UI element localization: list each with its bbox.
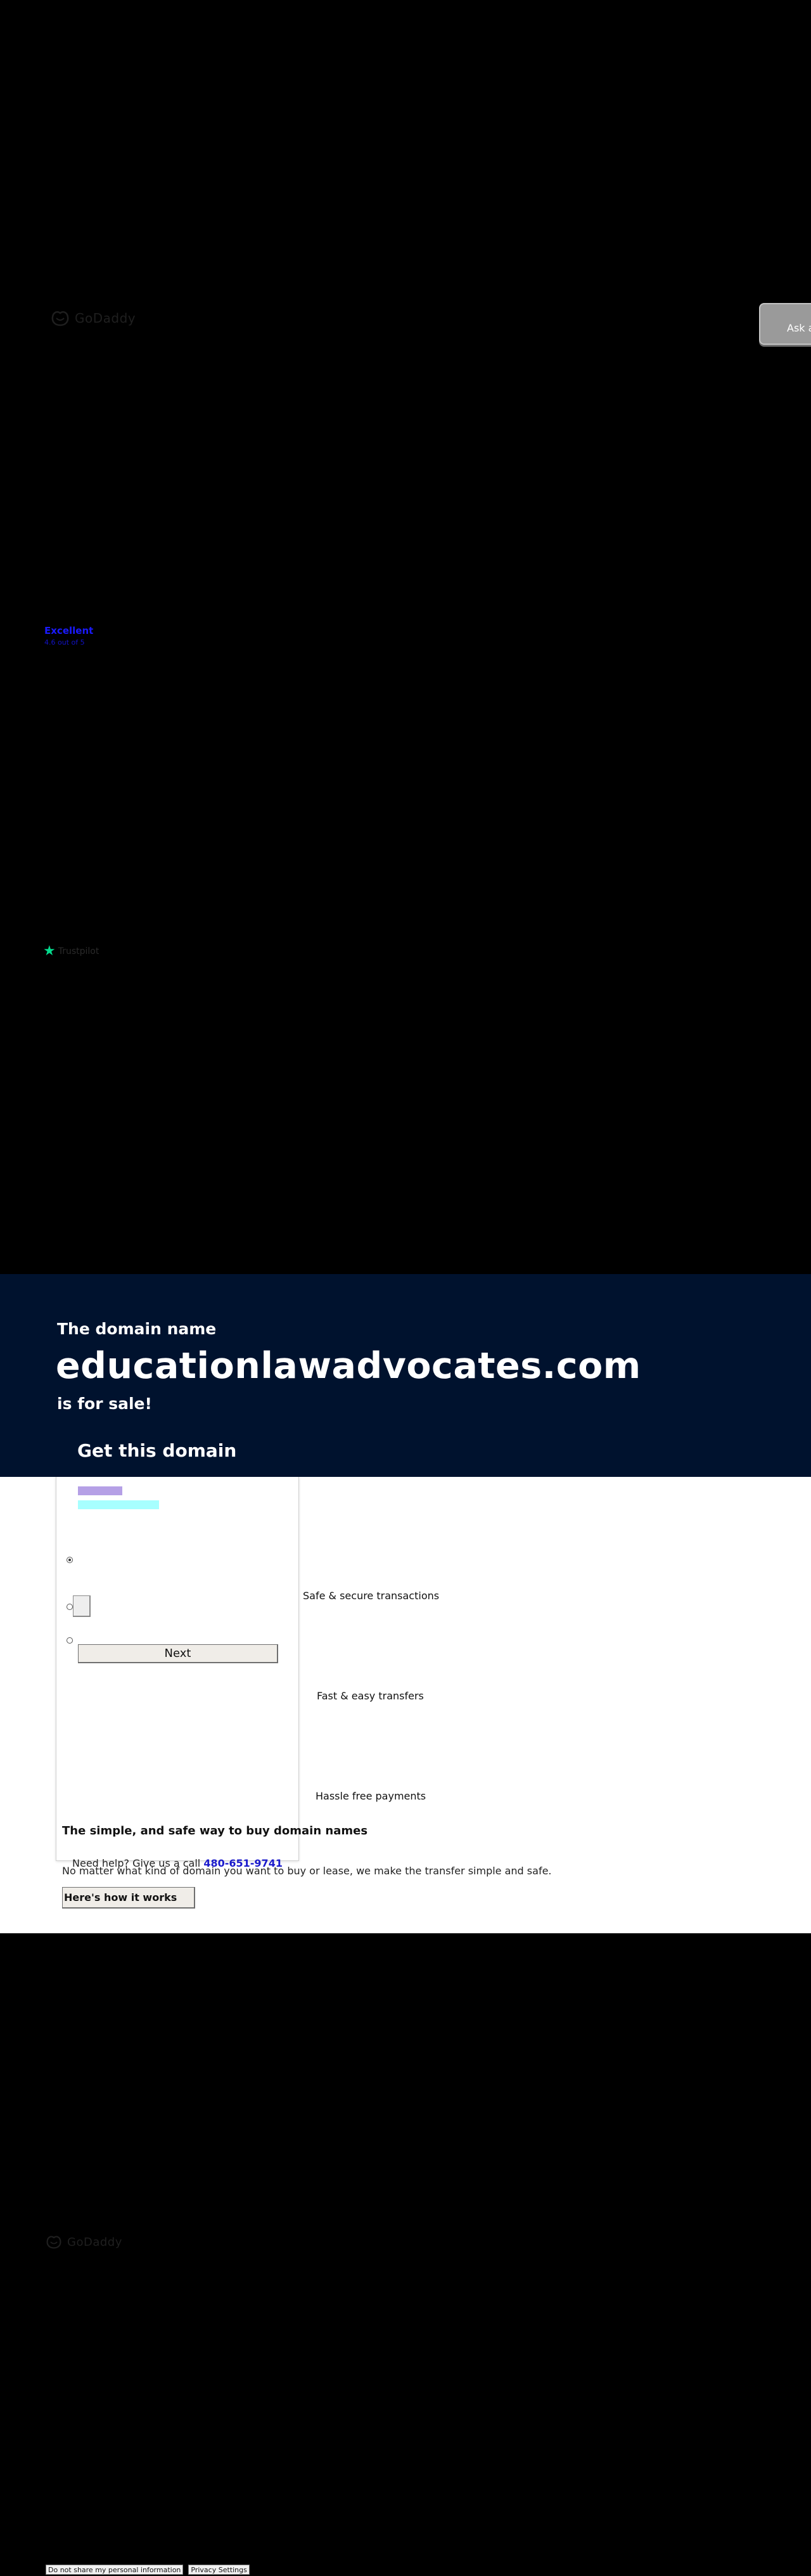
do-not-share-button[interactable]: Do not share my personal information — [46, 2565, 184, 2575]
godaddy-logo[interactable]: GoDaddy — [51, 309, 136, 327]
buy-description: No matter what kind of domain you want t… — [62, 1865, 552, 1877]
option-button[interactable] — [73, 1595, 91, 1617]
hero-prefix: The domain name — [57, 1320, 217, 1338]
get-domain-heading: Get this domain — [77, 1440, 237, 1461]
content-section: Next Safe & secure transactions Fast & e… — [0, 1477, 811, 1933]
feature-easy-transfers: Fast & easy transfers — [317, 1690, 424, 1702]
rating-word: Excellent — [44, 625, 94, 636]
privacy-settings-button[interactable]: Privacy Settings — [188, 2565, 250, 2575]
godaddy-logo-icon — [46, 2236, 61, 2249]
trustpilot-badge[interactable]: ★ Trustpilot — [43, 944, 99, 958]
footer-logo-wordmark: GoDaddy — [67, 2235, 122, 2249]
option-radio-1[interactable] — [67, 1557, 73, 1563]
buy-heading: The simple, and safe way to buy domain n… — [62, 1824, 368, 1838]
hero-banner: The domain name educationlawadvocates.co… — [0, 1274, 811, 1477]
footer-privacy-controls: Do not share my personal information Pri… — [46, 2565, 250, 2575]
rating-sub: 4.6 out of 5 — [44, 638, 85, 647]
option-radio-3[interactable] — [67, 1637, 73, 1644]
price-tag — [78, 1486, 122, 1495]
next-button[interactable]: Next — [78, 1644, 278, 1663]
footer-godaddy-logo[interactable]: GoDaddy — [46, 2234, 122, 2250]
domain-name: educationlawadvocates.com — [56, 1345, 641, 1387]
trustpilot-label: Trustpilot — [58, 946, 99, 956]
trustpilot-star-icon: ★ — [43, 943, 56, 959]
price-highlight — [78, 1500, 159, 1509]
feature-free-payments: Hassle free payments — [316, 1790, 426, 1802]
hero-suffix: is for sale! — [57, 1394, 152, 1413]
logo-wordmark: GoDaddy — [75, 311, 136, 326]
option-radio-2[interactable] — [67, 1604, 73, 1610]
godaddy-logo-icon — [51, 311, 69, 326]
how-it-works-button[interactable]: Here's how it works — [62, 1887, 195, 1909]
feature-secure-transactions: Safe & secure transactions — [303, 1590, 440, 1602]
ask-an-expert-tab[interactable]: Ask a — [759, 303, 811, 345]
trust-rating[interactable]: Excellent 4.6 out of 5 — [44, 625, 93, 647]
purchase-form-card: Next — [56, 1477, 299, 1861]
